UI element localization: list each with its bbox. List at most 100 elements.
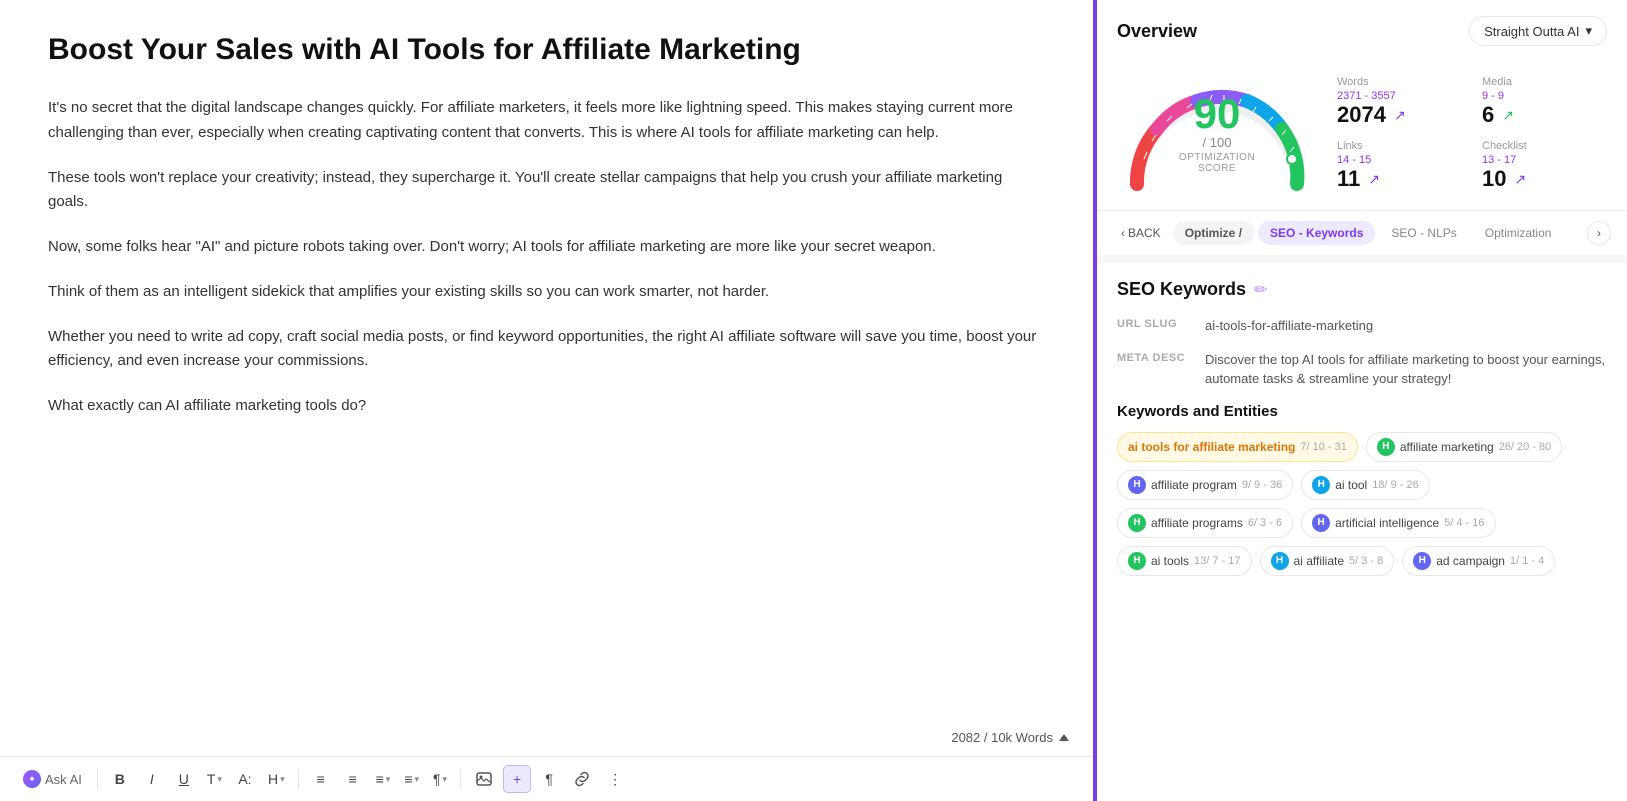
checklist-label: Checklist xyxy=(1482,140,1607,152)
media-arrow: ↗ xyxy=(1502,107,1514,124)
article-paragraph-1: These tools won't replace your creativit… xyxy=(48,166,1045,216)
keyword-chip-1[interactable]: Haffiliate marketing 26/ 20 - 80 xyxy=(1366,432,1562,462)
tabs-next-button[interactable]: › xyxy=(1587,221,1611,245)
keyword-chip-0[interactable]: ai tools for affiliate marketing 7/ 10 -… xyxy=(1117,432,1358,462)
toolbar-divider-2 xyxy=(298,769,299,789)
seo-header: SEO Keywords ✏ xyxy=(1117,279,1607,300)
article-body: It's no secret that the digital landscap… xyxy=(48,96,1045,419)
score-section: 90 / 100 OPTIMIZATION SCORE Words 2371 -… xyxy=(1097,58,1627,210)
tab-back-button[interactable]: ‹ BACK xyxy=(1113,222,1169,244)
paragraph2-button[interactable]: ¶ xyxy=(535,765,563,793)
kw-text: ai tools xyxy=(1151,554,1189,568)
keyword-chip-8[interactable]: Had campaign 1/ 1 - 4 xyxy=(1402,546,1555,576)
article-title: Boost Your Sales with AI Tools for Affil… xyxy=(48,32,1045,68)
seo-title: SEO Keywords xyxy=(1117,279,1246,300)
kw-text: ai affiliate xyxy=(1294,554,1344,568)
keywords-grid: ai tools for affiliate marketing 7/ 10 -… xyxy=(1117,432,1607,576)
brand-dropdown[interactable]: Straight Outta AI ▾ xyxy=(1469,16,1607,46)
paragraph-dropdown[interactable]: ¶ ▾ xyxy=(428,766,452,792)
keyword-chip-4[interactable]: Haffiliate programs 6/ 3 - 6 xyxy=(1117,508,1293,538)
meta-desc-label: META DESC xyxy=(1117,352,1189,364)
stat-words: Words 2371 - 3557 2074 ↗ xyxy=(1337,76,1462,128)
links-value: 11 xyxy=(1337,166,1360,192)
overview-title: Overview xyxy=(1117,21,1197,42)
article-paragraph-2: Now, some folks hear "AI" and picture ro… xyxy=(48,235,1045,260)
keyword-chip-6[interactable]: Hai tools 13/ 7 - 17 xyxy=(1117,546,1252,576)
meta-desc-value: Discover the top AI tools for affiliate … xyxy=(1205,350,1607,389)
bold-button[interactable]: B xyxy=(106,765,134,793)
links-arrow: ↗ xyxy=(1368,171,1380,188)
underline-button[interactable]: U xyxy=(170,765,198,793)
kw-badge: H xyxy=(1128,552,1146,570)
kw-text: affiliate marketing xyxy=(1400,440,1494,454)
url-slug-label: URL SLUG xyxy=(1117,318,1189,330)
toolbar-divider-3 xyxy=(460,769,461,789)
checklist-value: 10 xyxy=(1482,166,1506,192)
link-button[interactable] xyxy=(567,765,597,793)
back-chevron: ‹ xyxy=(1121,226,1125,240)
words-label: Words xyxy=(1337,76,1462,88)
checklist-range: 13 - 17 xyxy=(1482,154,1607,166)
dropdown-chevron: ▾ xyxy=(1585,23,1592,39)
ask-ai-button[interactable]: ✦ Ask AI xyxy=(16,765,89,793)
align-center-button[interactable]: ≡ xyxy=(339,765,367,793)
stat-checklist: Checklist 13 - 17 10 ↗ xyxy=(1482,140,1607,192)
word-count-chevron[interactable] xyxy=(1059,734,1069,741)
kw-badge: H xyxy=(1128,514,1146,532)
kw-count: 13/ 7 - 17 xyxy=(1194,555,1240,567)
links-range: 14 - 15 xyxy=(1337,154,1462,166)
score-label: OPTIMIZATION SCORE xyxy=(1167,152,1267,174)
right-panel: Overview Straight Outta AI ▾ xyxy=(1097,0,1627,801)
heading-icon: H xyxy=(268,771,278,787)
kw-count: 7/ 10 - 31 xyxy=(1300,441,1346,453)
url-slug-value: ai-tools-for-affiliate-marketing xyxy=(1205,316,1373,336)
seo-edit-icon[interactable]: ✏ xyxy=(1254,280,1267,300)
left-panel: Boost Your Sales with AI Tools for Affil… xyxy=(0,0,1097,801)
kw-count: 1/ 1 - 4 xyxy=(1510,555,1544,567)
word-count-text: 2082 / 10k Words xyxy=(951,730,1053,745)
tab-seo-keywords[interactable]: SEO - Keywords xyxy=(1258,221,1375,245)
heading-dropdown[interactable]: H ▾ xyxy=(263,766,290,792)
ordered-list-dropdown[interactable]: ≡ ▾ xyxy=(371,766,396,792)
italic-button[interactable]: I xyxy=(138,765,166,793)
unordered-list-icon: ≡ xyxy=(404,771,412,787)
keyword-chip-5[interactable]: Hartificial intelligence 5/ 4 - 16 xyxy=(1301,508,1495,538)
more-options-button[interactable]: ⋮ xyxy=(601,765,629,793)
words-range: 2371 - 3557 xyxy=(1337,90,1462,102)
tab-optimize[interactable]: Optimize / xyxy=(1173,221,1254,245)
paragraph-icon: ¶ xyxy=(433,771,441,787)
kw-count: 18/ 9 - 26 xyxy=(1372,479,1418,491)
unordered-list-dropdown[interactable]: ≡ ▾ xyxy=(399,766,424,792)
article-paragraph-4: Whether you need to write ad copy, craft… xyxy=(48,325,1045,375)
kw-badge: H xyxy=(1128,476,1146,494)
kw-text: ad campaign xyxy=(1436,554,1505,568)
kw-count: 5/ 3 - 8 xyxy=(1349,555,1383,567)
ask-ai-label: Ask AI xyxy=(45,772,82,787)
toolbar-divider-1 xyxy=(97,769,98,789)
align-left-button[interactable]: ≡ xyxy=(307,765,335,793)
ordered-list-icon: ≡ xyxy=(376,771,384,787)
plus-button[interactable]: + xyxy=(503,765,531,793)
tabs-section: ‹ BACK Optimize / SEO - Keywords SEO - N… xyxy=(1097,210,1627,255)
media-value: 6 xyxy=(1482,102,1494,128)
overview-header: Overview Straight Outta AI ▾ xyxy=(1097,0,1627,58)
meta-desc-row: META DESC Discover the top AI tools for … xyxy=(1117,350,1607,389)
ask-ai-icon: ✦ xyxy=(23,770,41,788)
stat-media: Media 9 - 9 6 ↗ xyxy=(1482,76,1607,128)
text-icon: T xyxy=(207,771,216,787)
text-style-dropdown[interactable]: T ▾ xyxy=(202,766,227,792)
tab-optimization[interactable]: Optimization xyxy=(1473,221,1564,245)
kw-badge: H xyxy=(1377,438,1395,456)
keyword-chip-3[interactable]: Hai tool 18/ 9 - 26 xyxy=(1301,470,1430,500)
keyword-chip-7[interactable]: Hai affiliate 5/ 3 - 8 xyxy=(1260,546,1395,576)
brand-label: Straight Outta AI xyxy=(1484,24,1579,39)
checklist-arrow: ↗ xyxy=(1514,171,1526,188)
kw-badge: H xyxy=(1413,552,1431,570)
keyword-chip-2[interactable]: Haffiliate program 9/ 9 - 36 xyxy=(1117,470,1293,500)
kw-text: affiliate program xyxy=(1151,478,1237,492)
image-button[interactable] xyxy=(469,765,499,793)
article-paragraph-3: Think of them as an intelligent sidekick… xyxy=(48,280,1045,305)
article-paragraph-0: It's no secret that the digital landscap… xyxy=(48,96,1045,146)
tab-seo-nlps[interactable]: SEO - NLPs xyxy=(1379,221,1468,245)
font-size-button[interactable]: A: xyxy=(231,765,259,793)
